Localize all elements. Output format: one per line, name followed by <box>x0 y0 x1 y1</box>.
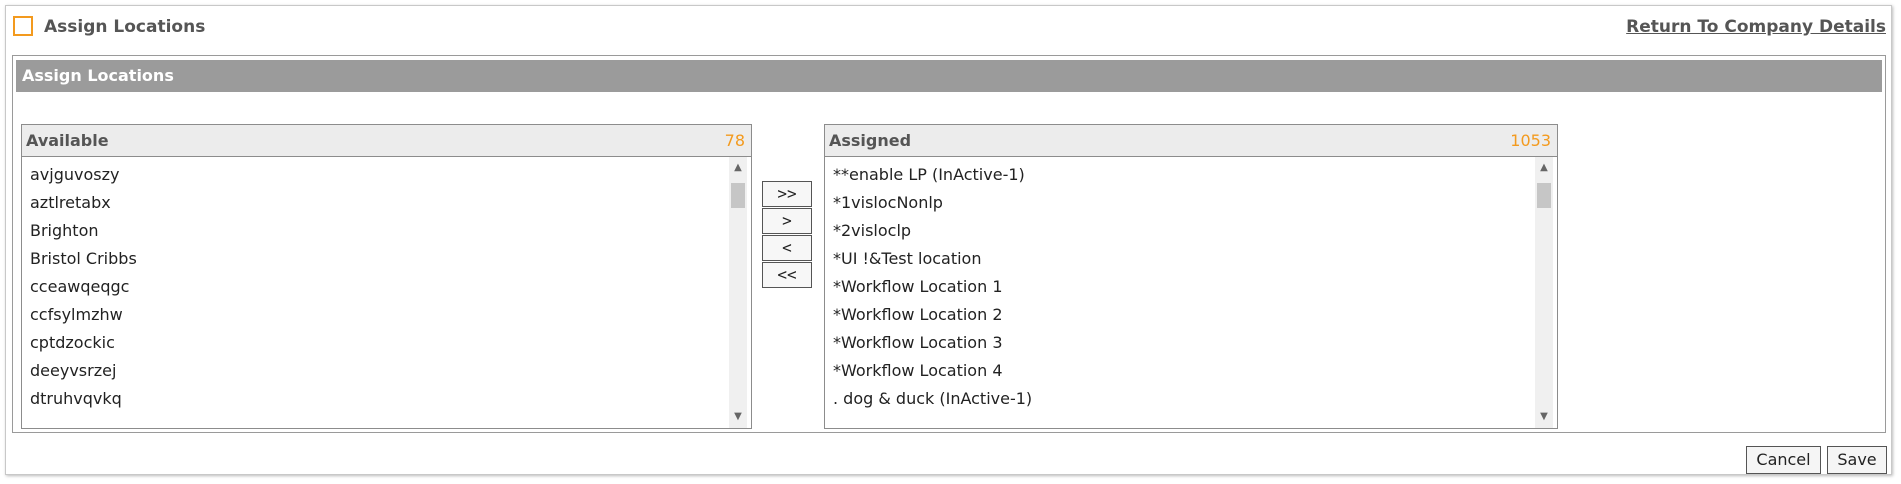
assigned-label: Assigned <box>829 131 912 150</box>
list-item[interactable]: Bristol Cribbs <box>30 245 721 273</box>
list-item[interactable]: *Workflow Location 4 <box>833 357 1527 385</box>
list-item[interactable]: *1vislocNonlp <box>833 189 1527 217</box>
scroll-thumb[interactable] <box>731 183 745 208</box>
remove-all-button[interactable]: << <box>762 262 812 288</box>
assigned-count: 1053 <box>1510 131 1551 150</box>
list-item[interactable]: deeyvsrzej <box>30 357 721 385</box>
assigned-header: Assigned 1053 <box>825 125 1557 157</box>
assigned-listbox[interactable]: Assigned 1053 **enable LP (InActive-1) *… <box>824 124 1558 429</box>
list-item[interactable]: *Workflow Location 2 <box>833 301 1527 329</box>
checkbox-icon[interactable] <box>13 16 33 36</box>
available-scrollbar[interactable]: ▲ ▼ <box>729 157 747 428</box>
scroll-up-icon[interactable]: ▲ <box>729 159 747 177</box>
scroll-down-icon[interactable]: ▼ <box>729 408 747 426</box>
list-item[interactable]: cceawqeqgc <box>30 273 721 301</box>
list-item[interactable]: *Workflow Location 3 <box>833 329 1527 357</box>
list-item[interactable]: cptdzockic <box>30 329 721 357</box>
available-label: Available <box>26 131 109 150</box>
list-item[interactable]: *Workflow Location 1 <box>833 273 1527 301</box>
scroll-thumb[interactable] <box>1537 183 1551 208</box>
assigned-items: **enable LP (InActive-1) *1vislocNonlp *… <box>833 161 1527 413</box>
panel-title: Assign Locations <box>16 60 1882 92</box>
list-item[interactable]: **enable LP (InActive-1) <box>833 161 1527 189</box>
assigned-list-body: **enable LP (InActive-1) *1vislocNonlp *… <box>825 157 1557 428</box>
available-header: Available 78 <box>22 125 751 157</box>
list-item[interactable]: avjguvoszy <box>30 161 721 189</box>
list-item[interactable]: ccfsylmzhw <box>30 301 721 329</box>
save-button[interactable]: Save <box>1827 446 1887 474</box>
scroll-up-icon[interactable]: ▲ <box>1535 159 1553 177</box>
cancel-button[interactable]: Cancel <box>1746 446 1821 474</box>
add-button[interactable]: > <box>762 208 812 234</box>
scroll-down-icon[interactable]: ▼ <box>1535 408 1553 426</box>
page-title: Assign Locations <box>44 17 206 37</box>
available-list-body: avjguvoszy aztlretabx Brighton Bristol C… <box>22 157 751 428</box>
remove-button[interactable]: < <box>762 235 812 261</box>
available-items: avjguvoszy aztlretabx Brighton Bristol C… <box>30 161 721 413</box>
list-item[interactable]: aztlretabx <box>30 189 721 217</box>
list-item[interactable]: dtruhvqvkq <box>30 385 721 413</box>
list-item[interactable]: *UI !&Test location <box>833 245 1527 273</box>
available-listbox[interactable]: Available 78 avjguvoszy aztlretabx Brigh… <box>21 124 752 429</box>
list-item[interactable]: Brighton <box>30 217 721 245</box>
assign-locations-window: Assign Locations Return To Company Detai… <box>5 5 1892 475</box>
return-to-company-details-link[interactable]: Return To Company Details <box>1626 17 1886 37</box>
available-count: 78 <box>724 131 745 150</box>
list-item[interactable]: *2visloclp <box>833 217 1527 245</box>
assigned-scrollbar[interactable]: ▲ ▼ <box>1535 157 1553 428</box>
add-all-button[interactable]: >> <box>762 181 812 207</box>
list-item[interactable]: . dog & duck (InActive-1) <box>833 385 1527 413</box>
assign-locations-panel: Assign Locations Available 78 avjguvoszy… <box>12 55 1886 433</box>
